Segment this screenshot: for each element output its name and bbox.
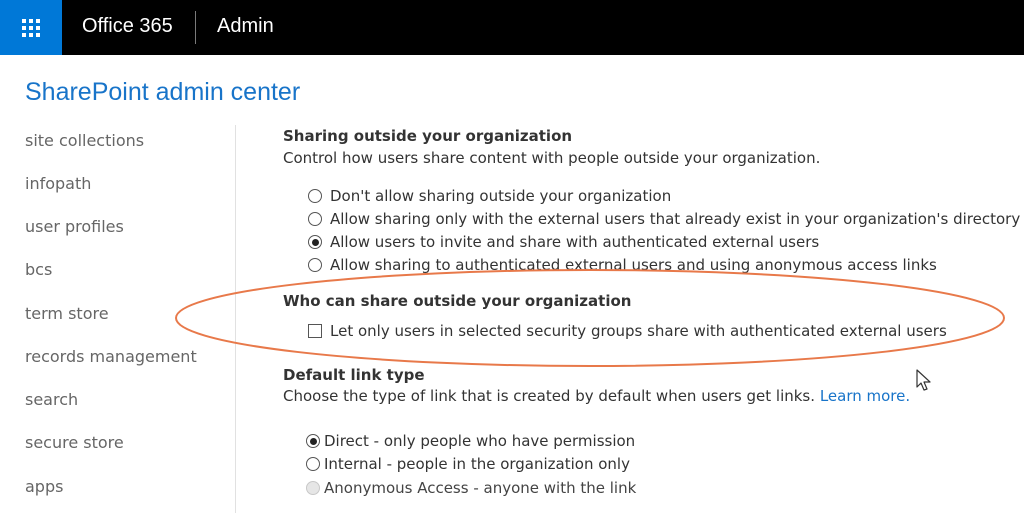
link-option-internal[interactable]: Internal - people in the organization on… [306,455,630,473]
default-link-description-text: Choose the type of link that is created … [283,387,816,405]
brand-link[interactable]: Office 365 [82,15,173,38]
option-label: Allow sharing only with the external use… [330,210,1021,228]
top-bar: Office 365 Admin [0,0,1024,55]
sidebar-item-site-collections[interactable]: site collections [25,131,144,150]
option-label: Don't allow sharing outside your organiz… [330,187,672,205]
link-option-direct[interactable]: Direct - only people who have permission [306,432,635,450]
who-can-share-title: Who can share outside your organization [283,292,632,310]
radio-button[interactable] [308,212,322,226]
sidebar-item-search[interactable]: search [25,390,78,409]
radio-button[interactable] [306,457,320,471]
sharing-option-none[interactable]: Don't allow sharing outside your organiz… [308,187,671,205]
sharing-option-authenticated[interactable]: Allow users to invite and share with aut… [308,233,819,251]
checkbox-label: Let only users in selected security grou… [330,322,947,340]
option-label: Internal - people in the organization on… [324,455,630,473]
security-groups-checkbox[interactable] [308,324,322,338]
option-label: Allow sharing to authenticated external … [330,256,937,274]
default-link-title: Default link type [283,366,425,384]
sidebar-item-apps[interactable]: apps [25,477,63,496]
sharing-section-title: Sharing outside your organization [283,127,573,145]
radio-button-selected[interactable] [308,235,322,249]
radio-button-disabled [306,481,320,495]
top-bar-divider [195,11,196,44]
radio-button-selected[interactable] [306,434,320,448]
option-label: Allow users to invite and share with aut… [330,233,820,251]
sidebar-item-user-profiles[interactable]: user profiles [25,217,124,236]
sidebar-divider [235,125,236,513]
option-label: Anonymous Access - anyone with the link [324,479,637,497]
sharing-option-anonymous[interactable]: Allow sharing to authenticated external … [308,256,937,274]
sidebar-item-bcs[interactable]: bcs [25,260,52,279]
sharing-section-description: Control how users share content with peo… [283,149,821,167]
radio-button[interactable] [308,189,322,203]
link-option-anonymous: Anonymous Access - anyone with the link [306,479,636,497]
option-label: Direct - only people who have permission [324,432,636,450]
sidebar-item-secure-store[interactable]: secure store [25,433,124,452]
default-link-description: Choose the type of link that is created … [283,387,910,405]
sidebar-item-infopath[interactable]: infopath [25,174,91,193]
learn-more-link[interactable]: Learn more. [820,387,910,405]
app-launcher-button[interactable] [0,0,62,55]
app-name-link[interactable]: Admin [217,15,274,38]
sidebar-item-term-store[interactable]: term store [25,304,109,323]
sharing-option-existing-users[interactable]: Allow sharing only with the external use… [308,210,1020,228]
mouse-pointer-icon [916,369,931,391]
waffle-grid-icon [22,18,40,37]
security-groups-option[interactable]: Let only users in selected security grou… [308,322,947,340]
radio-button[interactable] [308,258,322,272]
sidebar-item-records-management[interactable]: records management [25,347,197,366]
page-title: SharePoint admin center [25,78,301,106]
